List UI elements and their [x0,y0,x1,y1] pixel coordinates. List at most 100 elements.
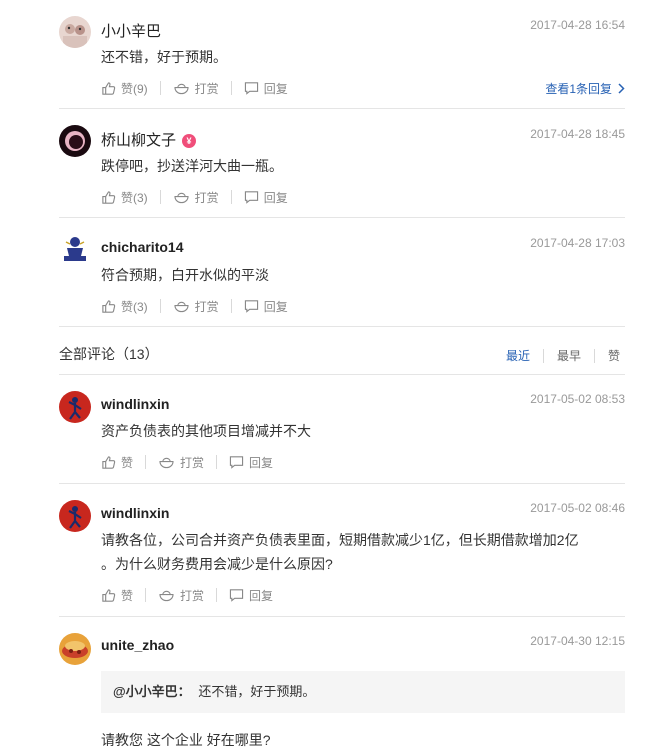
thumbs-up-icon [102,299,116,313]
reply-button[interactable]: 回复 [229,454,273,471]
chevron-right-icon [618,83,625,94]
action-divider [145,588,147,602]
thumbs-up-icon [102,455,116,469]
reply-button[interactable]: 回复 [229,587,273,604]
verified-badge-icon: ¥ [182,134,197,148]
action-divider [216,588,218,602]
thumbs-up-icon [102,190,116,204]
timestamp: 2017-05-02 08:53 [530,392,625,406]
comment-item: windlinxin 2017-05-02 08:46 请教各位，公司合并资产负… [59,498,625,613]
like-button[interactable]: 赞(3) [101,298,148,315]
action-divider [159,190,161,204]
like-label: 赞(9) [121,81,148,96]
quote-user[interactable]: @小小辛巴： [113,684,191,699]
comment-text: 跌停吧，抄送洋河大曲一瓶。 [101,158,283,174]
thumbs-up-icon [102,588,116,602]
thumbs-up-icon [102,81,116,95]
all-comments-title: 全部评论（13） [59,346,159,362]
reward-bowl-icon [174,301,189,312]
action-divider [159,299,161,313]
username[interactable]: unite_zhao [101,637,174,653]
divider [59,483,625,484]
reward-label: 打赏 [194,190,219,205]
reward-button[interactable]: 打赏 [158,454,204,471]
divider [59,217,625,218]
action-divider [145,455,147,469]
reward-label: 打赏 [194,299,219,314]
reply-button[interactable]: 回复 [244,80,288,97]
like-button[interactable]: 赞 [101,587,133,604]
like-label: 赞(3) [121,299,148,314]
sort-tab-earliest[interactable]: 最早 [557,347,581,364]
username[interactable]: 桥山柳文子 ¥ [101,129,197,150]
reward-bowl-icon [174,83,189,94]
username[interactable]: windlinxin [101,505,169,521]
reward-bowl-icon [159,590,174,601]
comment-actions: 赞(9) 打赏 回复 [101,78,288,98]
like-label: 赞(3) [121,190,148,205]
reply-label: 回复 [263,81,288,96]
timestamp: 2017-04-28 17:03 [530,236,625,250]
avatar[interactable] [59,633,91,665]
comment-actions: 赞(3) 打赏 回复 [101,187,288,207]
reply-bubble-icon [229,589,244,602]
sort-divider [593,348,595,363]
comment-item: unite_zhao 2017-04-30 12:15 @小小辛巴： 还不错，好… [59,631,625,754]
comment-text-line: 。为什么财务费用会减少是什么原因? [101,556,333,572]
reward-button[interactable]: 打赏 [158,587,204,604]
reply-label: 回复 [263,299,288,314]
comment-actions: 赞(3) 打赏 回复 [101,296,288,316]
reward-button[interactable]: 打赏 [173,189,219,206]
divider [59,326,625,327]
reward-label: 打赏 [180,588,205,603]
avatar[interactable] [59,234,91,266]
action-divider [216,455,218,469]
comment-text: 请教您 这个企业 好在哪里? [101,732,271,748]
reply-label: 回复 [263,190,288,205]
timestamp: 2017-04-28 18:45 [530,127,625,141]
reward-button[interactable]: 打赏 [173,80,219,97]
reply-button[interactable]: 回复 [244,298,288,315]
reward-button[interactable]: 打赏 [173,298,219,315]
action-divider [159,81,161,95]
username[interactable]: windlinxin [101,396,169,412]
reward-label: 打赏 [180,455,205,470]
quote-text: 还不错，好于预期。 [198,684,316,699]
sort-tab-likes[interactable]: 赞 [608,347,620,364]
reply-label: 回复 [249,455,274,470]
avatar[interactable] [59,16,91,48]
action-divider [230,81,232,95]
sort-tabs: 最近 最早 赞 [506,347,620,364]
reply-bubble-icon [244,300,258,313]
comment-actions: 赞 打赏 回复 [101,585,273,605]
avatar[interactable] [59,125,91,157]
like-button[interactable]: 赞(3) [101,189,148,206]
divider [59,108,625,109]
username[interactable]: 小小辛巴 [101,20,161,41]
reply-button[interactable]: 回复 [244,189,288,206]
username-text: 桥山柳文子 [101,132,177,149]
comment-item: 桥山柳文子 ¥ 2017-04-28 18:45 跌停吧，抄送洋河大曲一瓶。 赞(… [59,123,625,213]
quoted-reply: @小小辛巴： 还不错，好于预期。 [101,671,625,713]
like-button[interactable]: 赞(9) [101,80,148,97]
action-divider [230,299,232,313]
divider [59,616,625,617]
like-label: 赞 [121,455,134,470]
sort-divider [542,348,544,363]
reply-bubble-icon [244,82,258,95]
like-button[interactable]: 赞 [101,454,133,471]
avatar[interactable] [59,391,91,423]
comment-item: 小小辛巴 2017-04-28 16:54 还不错，好于预期。 赞(9) 打赏 … [59,14,625,104]
username[interactable]: chicharito14 [101,239,183,255]
comment-item: chicharito14 2017-04-28 17:03 符合预期，白开水似的… [59,232,625,322]
all-comments-header: 全部评论（13） 最近 最早 赞 [59,344,625,364]
like-label: 赞 [121,588,134,603]
sort-tab-recent[interactable]: 最近 [506,347,530,364]
comment-text-line: 请教各位，公司合并资产负债表里面，短期借款减少1亿，但长期借款增加2亿 [101,532,579,548]
comment-actions: 赞 打赏 回复 [101,452,273,472]
avatar[interactable] [59,500,91,532]
reply-label: 回复 [249,588,274,603]
view-replies-link[interactable]: 查看1条回复 [545,80,625,97]
action-divider [230,190,232,204]
timestamp: 2017-05-02 08:46 [530,501,625,515]
